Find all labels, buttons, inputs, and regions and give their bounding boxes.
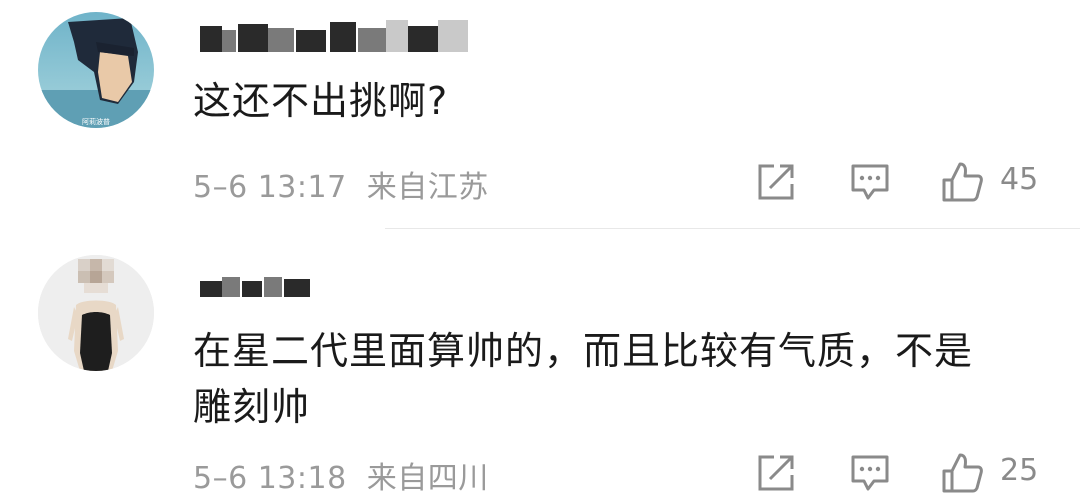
- comment-icon[interactable]: [850, 162, 890, 202]
- comment-text-line: 在星二代里面算帅的，而且比较有气质，不是: [193, 329, 974, 373]
- comment-text: 在星二代里面算帅的，而且比较有气质，不是 雕刻帅: [193, 323, 973, 435]
- comment-meta: 5–6 13:17 来自江苏: [193, 162, 489, 206]
- avatar-person-image: [38, 255, 154, 371]
- avatar[interactable]: 阿莉波普: [38, 12, 154, 128]
- avatar-anime-image: 阿莉波普: [38, 12, 154, 128]
- like-icon[interactable]: [940, 160, 984, 204]
- like-count: 25: [1000, 453, 1039, 488]
- comment-meta: 5–6 13:18 来自四川: [193, 453, 489, 497]
- comment-time: 5–6 13:17: [193, 170, 347, 205]
- comment-item: 在星二代里面算帅的，而且比较有气质，不是 雕刻帅 5–6 13:18 来自四川 …: [0, 229, 1080, 496]
- comment-location: 来自江苏: [366, 170, 489, 205]
- username-blurred[interactable]: [200, 271, 320, 297]
- share-icon[interactable]: [756, 453, 796, 493]
- avatar-caption: 阿莉波普: [82, 117, 110, 126]
- comment-text: 这还不出挑啊?: [193, 79, 449, 123]
- avatar[interactable]: [38, 255, 154, 371]
- comment-text-line: 雕刻帅: [193, 385, 311, 429]
- comment-icon[interactable]: [850, 453, 890, 493]
- username-blurred[interactable]: [200, 20, 480, 52]
- like-count: 45: [1000, 162, 1039, 197]
- like-icon[interactable]: [940, 451, 984, 495]
- comment-item: 阿莉波普 这还不出挑啊? 5–6 13:17 来自江苏 45: [0, 0, 1080, 228]
- share-icon[interactable]: [756, 162, 796, 202]
